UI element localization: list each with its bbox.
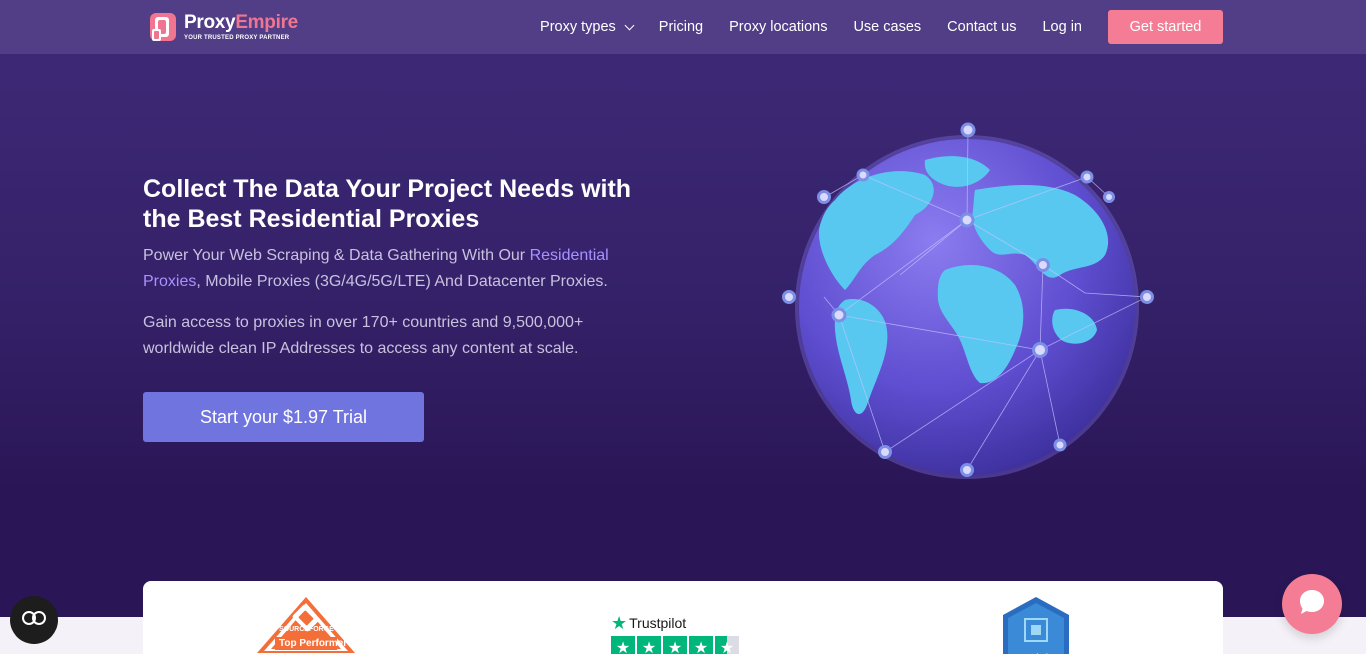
half-star-icon: ★ — [715, 636, 739, 654]
nav-item-proxy-types[interactable]: Proxy types — [540, 19, 635, 35]
nav-item-contact-us[interactable]: Contact us — [947, 19, 1016, 35]
hero-section: ProxyEmpire YOUR TRUSTED PROXY PARTNER P… — [0, 0, 1366, 617]
hero-description: Gain access to proxies in over 170+ coun… — [143, 314, 584, 357]
star-icon: ★ — [611, 636, 635, 654]
globe-illustration — [775, 115, 1165, 485]
brand-tagline: YOUR TRUSTED PROXY PARTNER — [184, 35, 290, 41]
accessibility-button[interactable] — [10, 596, 58, 644]
trustpilot-label: Trustpilot — [629, 615, 687, 631]
hero-subtitle-text: , Mobile Proxies (3G/4G/5G/LTE) And Data… — [196, 273, 608, 290]
logo-icon — [148, 11, 180, 43]
hero-subtitle-text: Power Your Web Scraping & Data Gathering… — [143, 247, 530, 264]
star-icon: ★ — [689, 636, 713, 654]
nav-item-use-cases[interactable]: Use cases — [853, 19, 921, 35]
trustpilot-badge: ★ Trustpilot ★ ★ ★ ★ ★ — [611, 614, 741, 654]
site-header: ProxyEmpire YOUR TRUSTED PROXY PARTNER P… — [0, 0, 1366, 54]
hero-subtitle: Power Your Web Scraping & Data Gathering… — [143, 243, 653, 295]
brand-name: ProxyEmpire — [184, 12, 298, 33]
nav-item-pricing[interactable]: Pricing — [659, 19, 703, 35]
accessibility-icon — [21, 610, 47, 631]
get-started-button[interactable]: Get started — [1108, 10, 1223, 44]
trustpilot-star-icon: ★ — [611, 613, 628, 633]
main-nav: Proxy types Pricing Proxy locations Use … — [540, 0, 1223, 54]
chat-button[interactable] — [1282, 574, 1342, 634]
nav-item-label: Proxy types — [540, 19, 616, 35]
nav-item-proxy-locations[interactable]: Proxy locations — [729, 19, 827, 35]
start-trial-button[interactable]: Start your $1.97 Trial — [143, 392, 424, 442]
chat-icon — [1297, 587, 1327, 622]
star-icon: ★ — [663, 636, 687, 654]
sourceforge-badge: SOURCEFORGE Top Performer — [255, 595, 357, 654]
brand-logo[interactable]: ProxyEmpire YOUR TRUSTED PROXY PARTNER — [148, 10, 298, 44]
chevron-down-icon — [624, 20, 635, 30]
ewdci-badge: ewdci — [1001, 595, 1071, 654]
star-icon: ★ — [637, 636, 661, 654]
sourceforge-label: SOURCEFORGE — [279, 626, 334, 633]
hero-headline: Collect The Data Your Project Needs with… — [143, 175, 632, 233]
nav-item-log-in[interactable]: Log in — [1042, 19, 1082, 35]
top-performer-label: Top Performer — [279, 638, 348, 649]
awards-card: SOURCEFORGE Top Performer ★ Trustpilot ★… — [143, 581, 1223, 654]
trustpilot-rating: ★ ★ ★ ★ ★ — [611, 636, 741, 654]
trustpilot-title: ★ Trustpilot — [611, 614, 741, 632]
